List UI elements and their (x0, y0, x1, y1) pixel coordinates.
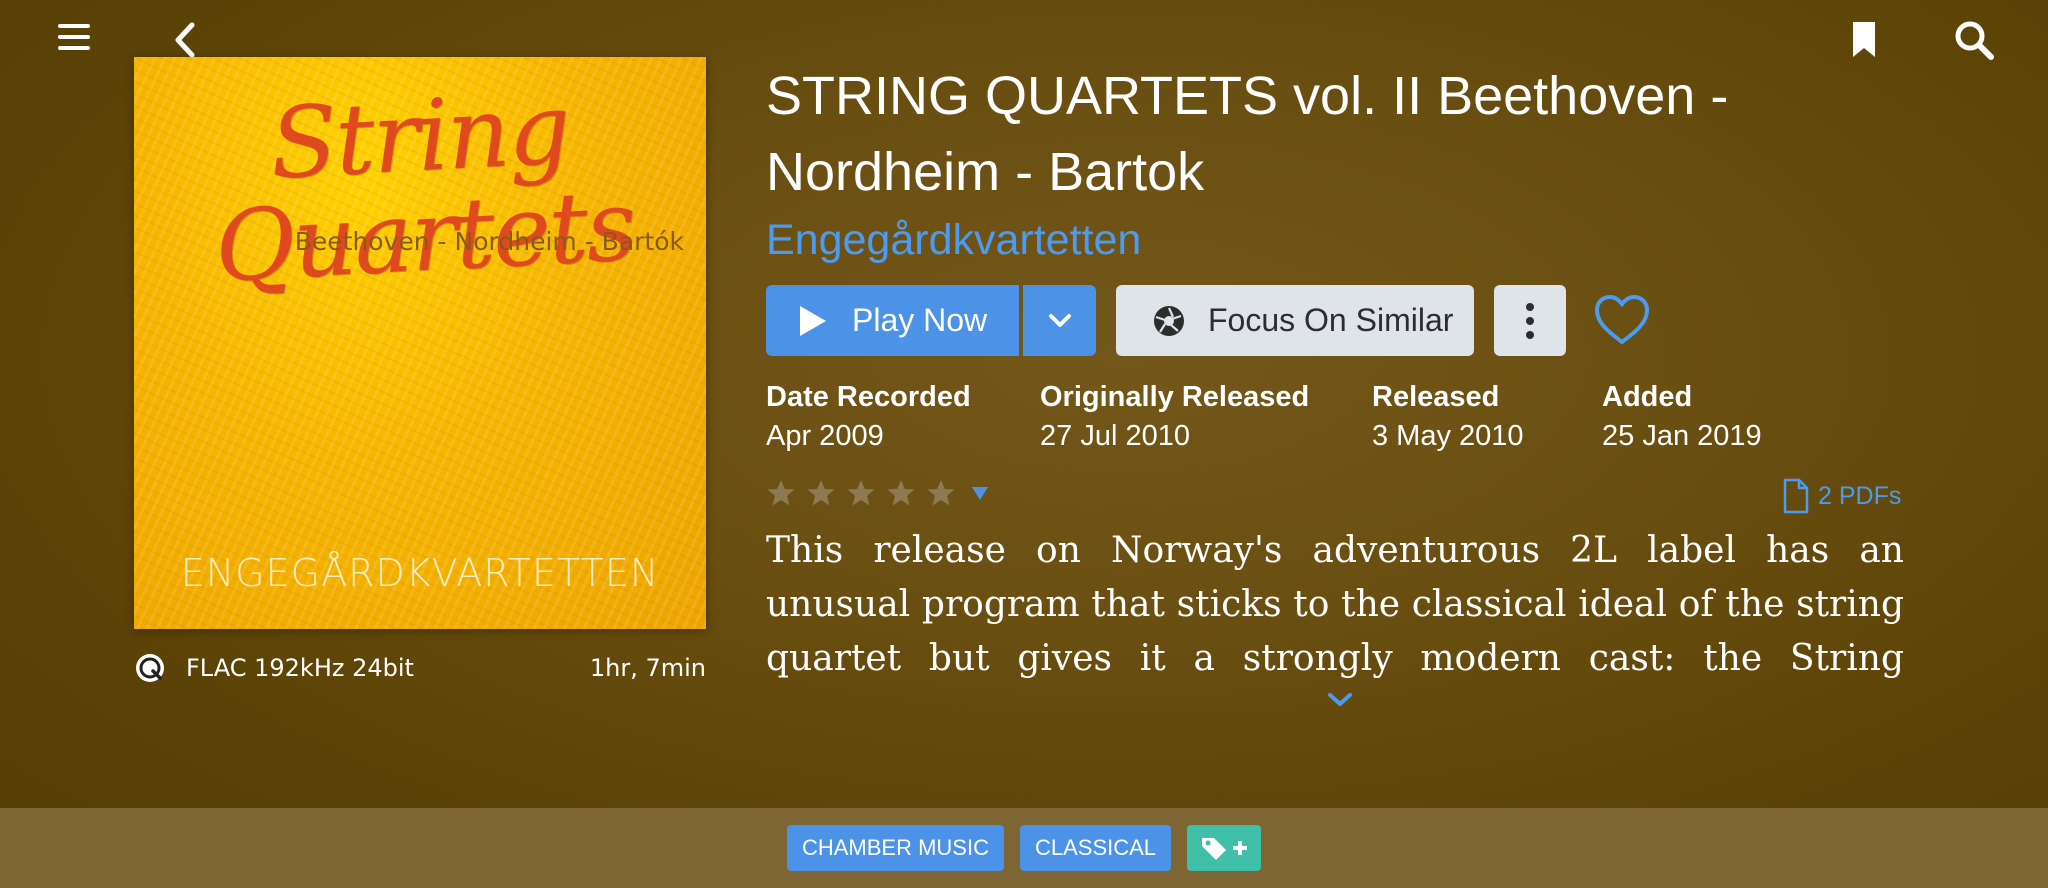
play-icon (800, 305, 826, 336)
chevron-left-icon[interactable] (172, 20, 198, 60)
chevron-down-icon (1048, 313, 1071, 327)
star-icon[interactable] (886, 478, 916, 508)
cover-artist-text: ENGEGÅRDKVARTETTEN (180, 551, 660, 595)
originally-released-label: Originally Released (1040, 381, 1310, 413)
released-value: 3 May 2010 (1372, 420, 1524, 452)
originally-released: Originally Released 27 Jul 2010 (1040, 378, 1309, 456)
pdfs-label: 2 PDFs (1818, 481, 1902, 510)
tag-chamber-music[interactable]: CHAMBER MUSIC (786, 825, 1004, 871)
date-recorded-value: Apr 2009 (766, 420, 884, 452)
star-icon[interactable] (926, 478, 956, 508)
tag-plus-icon (1202, 838, 1248, 860)
added: Added 25 Jan 2019 (1602, 378, 1762, 456)
add-tag-button[interactable] (1187, 825, 1262, 871)
artist-link[interactable]: Engegårdkvartetten (766, 212, 1141, 268)
date-recorded: Date Recorded Apr 2009 (766, 378, 971, 456)
dot (1526, 330, 1534, 339)
album-description: This release on Norway's adventurous 2L … (766, 530, 1904, 679)
favorite-heart-icon[interactable] (1592, 290, 1652, 350)
audio-format: FLAC 192kHz 24bit (186, 654, 414, 682)
originally-released-value: 27 Jul 2010 (1040, 420, 1190, 452)
album-title: STRING QUARTETS vol. II Beethoven - Nord… (766, 66, 1729, 202)
expand-description-chevron-icon[interactable] (1326, 690, 1354, 710)
pdfs-link[interactable]: 2 PDFs (1782, 476, 1901, 516)
star-icon[interactable] (846, 478, 876, 508)
star-rating[interactable] (766, 476, 988, 510)
album-cover-art[interactable]: String Quartets Beethoven - Nordheim - B… (134, 57, 706, 629)
aperture-icon (1154, 305, 1184, 336)
bookmark-icon[interactable] (1850, 20, 1878, 60)
released: Released 3 May 2010 (1372, 378, 1524, 456)
play-options-dropdown[interactable] (1023, 285, 1096, 356)
star-icon[interactable] (806, 478, 836, 508)
dot (1526, 302, 1534, 311)
hi-res-quality-icon (134, 652, 166, 684)
search-icon[interactable] (1952, 18, 1996, 62)
cover-subtitle-text: Beethoven - Nordheim - Bartók (294, 227, 684, 256)
added-label: Added (1602, 381, 1693, 413)
more-options-button[interactable] (1494, 285, 1566, 356)
dot (1526, 316, 1534, 325)
added-value: 25 Jan 2019 (1602, 420, 1762, 452)
cover-title-text: String Quartets (212, 72, 638, 305)
play-now-button[interactable]: Play Now (766, 285, 1019, 356)
rating-dropdown-icon[interactable] (972, 486, 988, 500)
released-label: Released (1372, 381, 1500, 413)
play-now-label: Play Now (852, 302, 988, 338)
album-duration: 1hr, 7min (589, 654, 706, 682)
document-icon (1783, 478, 1809, 514)
focus-on-similar-button[interactable]: Focus On Similar (1116, 285, 1474, 356)
star-icon[interactable] (766, 478, 796, 508)
focus-on-similar-label: Focus On Similar (1208, 302, 1454, 338)
tag-classical[interactable]: CLASSICAL (1019, 825, 1172, 871)
tag-bar: CHAMBER MUSIC CLASSICAL (0, 808, 2048, 888)
hamburger-menu-icon[interactable] (58, 24, 90, 52)
date-recorded-label: Date Recorded (766, 381, 971, 413)
